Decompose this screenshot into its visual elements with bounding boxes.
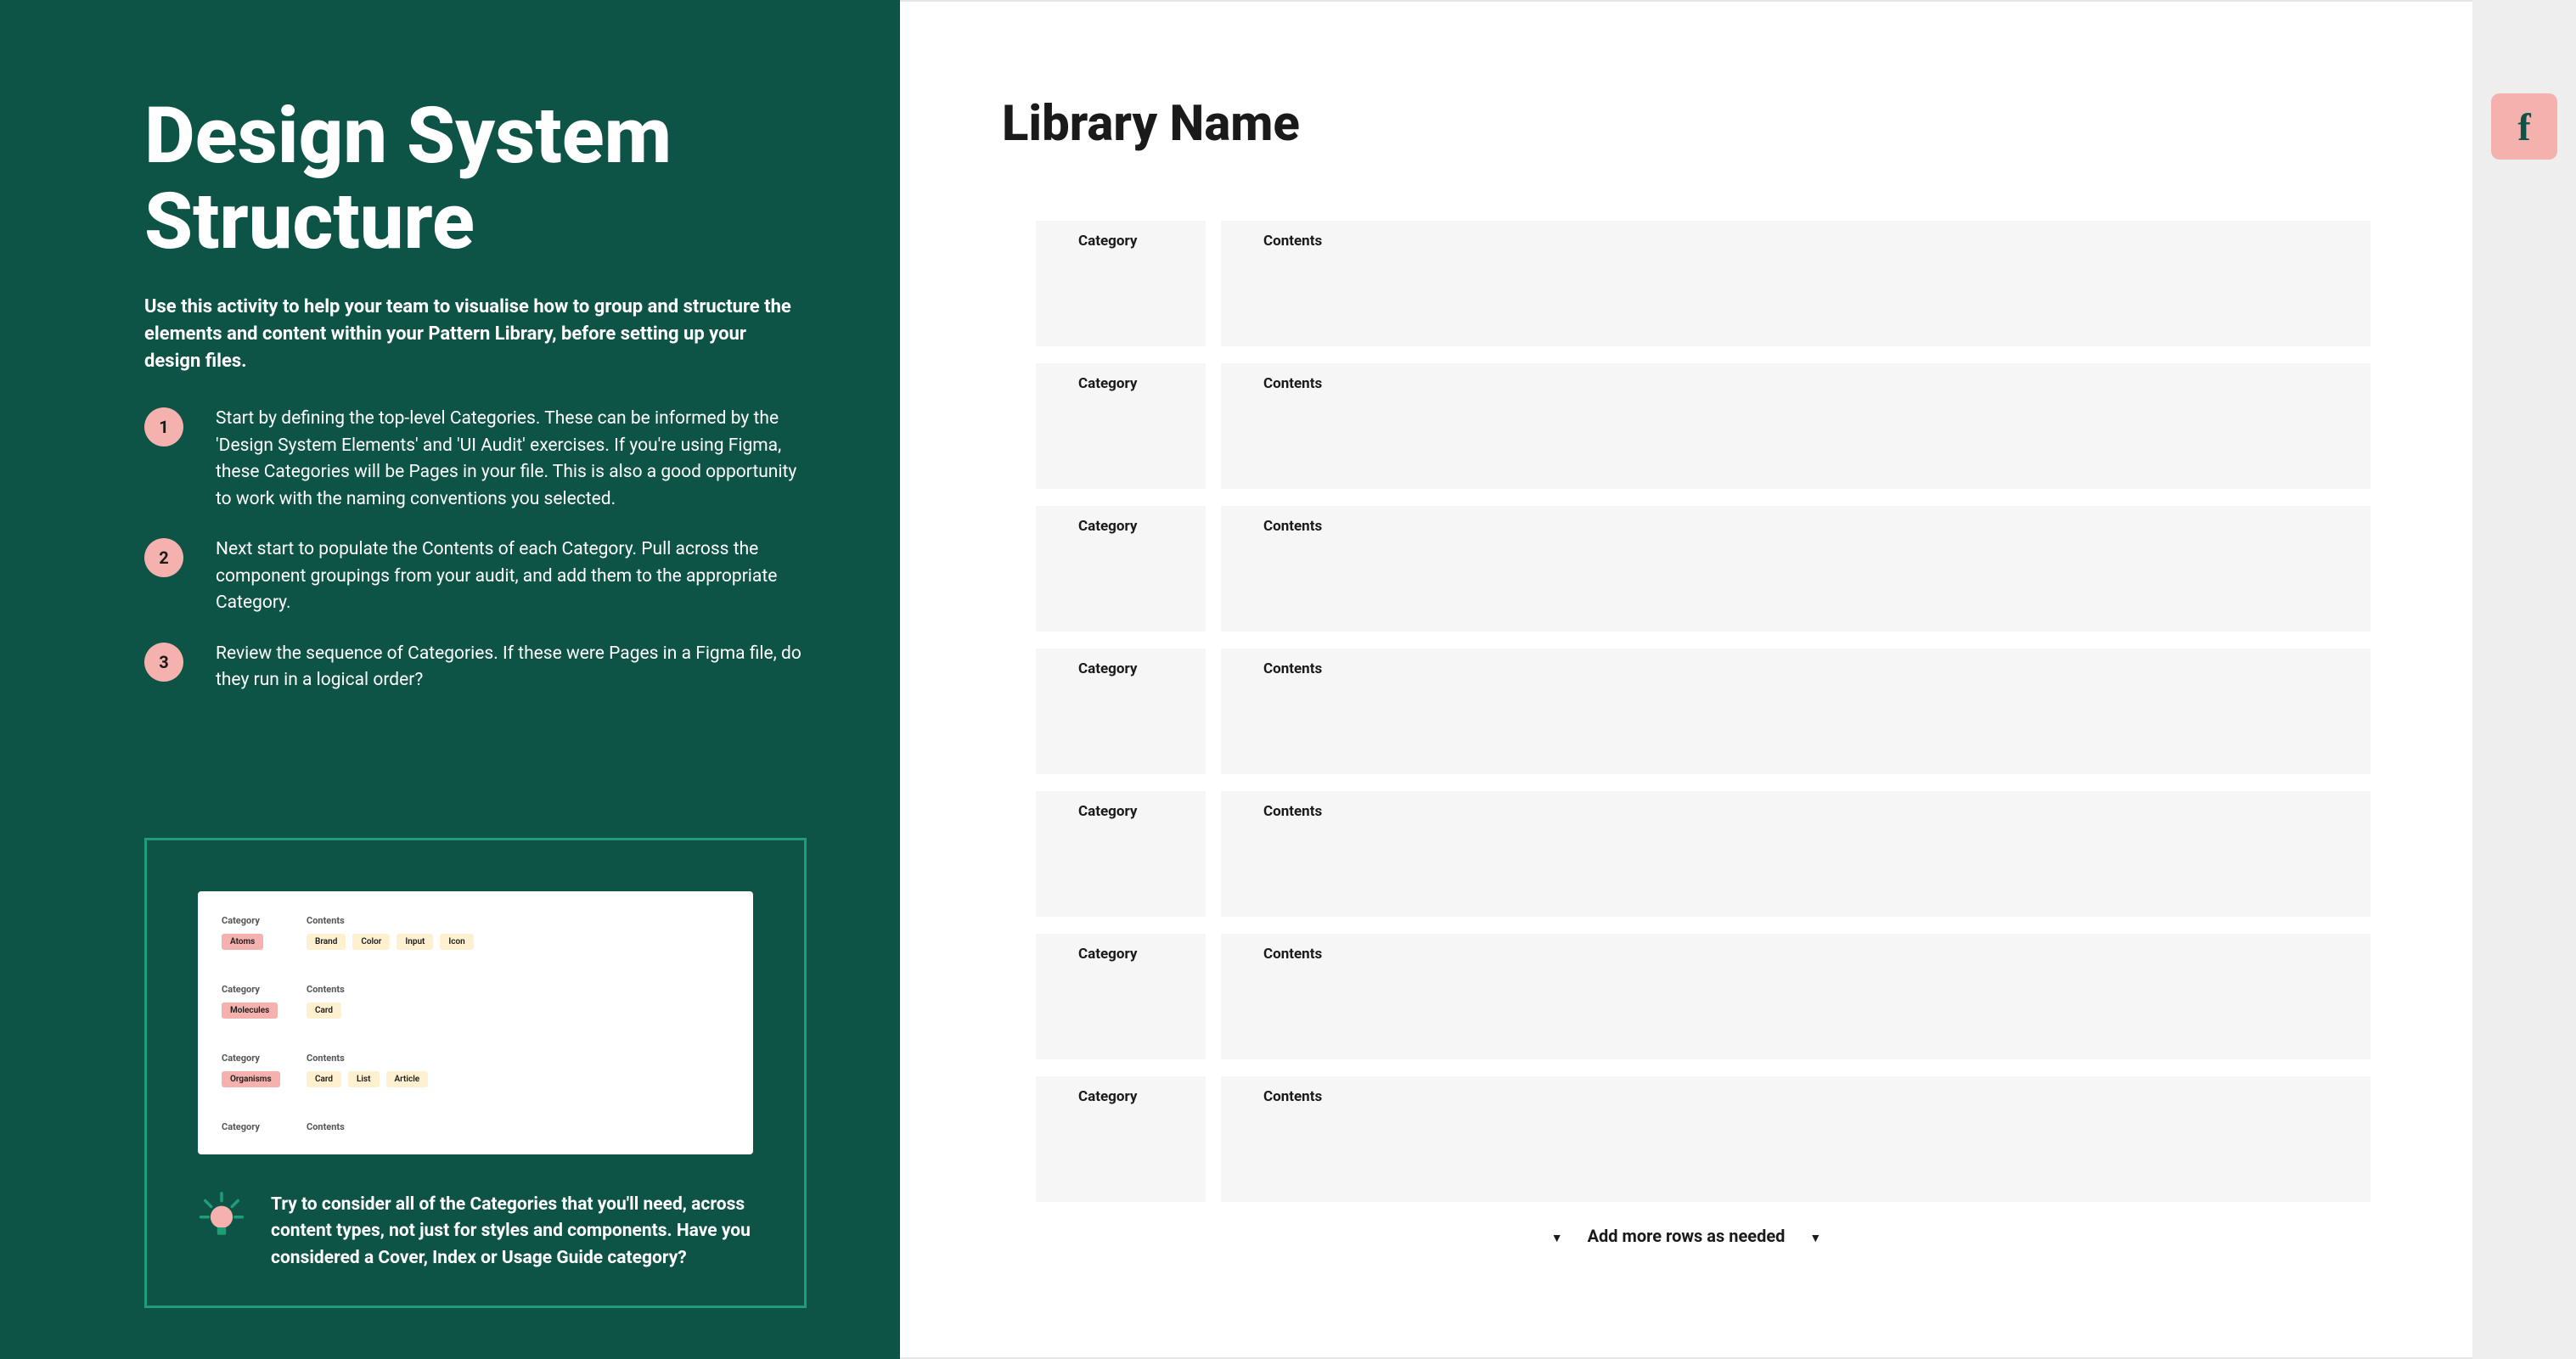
example-chip: Card [307,1071,341,1087]
example-col-contents: Contents [307,984,729,1000]
tip: Try to consider all of the Categories th… [198,1192,753,1272]
contents-cell[interactable]: Contents [1221,363,2371,489]
example-col-contents: Contents [307,915,729,931]
step-text: Start by defining the top-level Categori… [216,406,807,513]
contents-cell[interactable]: Contents [1221,506,2371,632]
category-row: Category Contents [1036,1076,2371,1202]
category-label: Category [1078,1088,1163,1105]
category-cell[interactable]: Category [1036,934,1206,1059]
add-more-label: Add more rows as needed [1588,1226,1786,1246]
contents-label: Contents [1263,946,2328,963]
steps-list: 1 Start by defining the top-level Catego… [144,406,807,718]
example-col-category: Category [222,1053,298,1069]
category-label: Category [1078,375,1163,392]
category-row: Category Contents [1036,649,2371,774]
example-col-category: Category [222,1121,298,1137]
brand-badge[interactable]: f [2491,93,2557,160]
category-label: Category [1078,660,1163,677]
contents-label: Contents [1263,518,2328,535]
example-col-contents: Contents [307,1053,729,1069]
example-chip: List [348,1071,380,1087]
lightbulb-icon [198,1192,245,1243]
example-chip: Icon [440,934,473,950]
contents-label: Contents [1263,803,2328,820]
contents-cell[interactable]: Contents [1221,1076,2371,1202]
category-label: Category [1078,233,1163,250]
step-item: 1 Start by defining the top-level Catego… [144,406,807,513]
step-text: Review the sequence of Categories. If th… [216,641,807,694]
step-item: 3 Review the sequence of Categories. If … [144,641,807,694]
category-cell[interactable]: Category [1036,506,1206,632]
example-card: Category Atoms Contents Brand Color Inpu… [198,891,753,1154]
category-row: Category Contents [1036,221,2371,346]
step-number-badge: 1 [144,407,183,446]
category-cell[interactable]: Category [1036,791,1206,917]
example-box: Category Atoms Contents Brand Color Inpu… [144,838,807,1309]
category-cell[interactable]: Category [1036,363,1206,489]
contents-cell[interactable]: Contents [1221,791,2371,917]
triangle-down-icon: ▼ [1531,1232,1583,1245]
example-col-category: Category [222,915,298,931]
right-rail: f [2472,0,2576,1359]
contents-cell[interactable]: Contents [1221,221,2371,346]
add-more-rows[interactable]: ▼ Add more rows as needed ▼ [1002,1226,2371,1246]
contents-cell[interactable]: Contents [1221,934,2371,1059]
contents-label: Contents [1263,233,2328,250]
category-cell[interactable]: Category [1036,1076,1206,1202]
tip-text: Try to consider all of the Categories th… [271,1192,753,1272]
step-number-badge: 2 [144,538,183,577]
intro-text: Use this activity to help your team to v… [144,294,807,375]
example-cat-chip: Molecules [222,1002,278,1019]
category-label: Category [1078,946,1163,963]
page-title: Design System Structure [144,93,807,265]
category-cell[interactable]: Category [1036,221,1206,346]
step-item: 2 Next start to populate the Contents of… [144,536,807,617]
category-rows: Category Contents Category Contents Cate… [1036,221,2371,1202]
example-cat-chip: Organisms [222,1071,280,1087]
example-chip: Color [352,934,390,950]
example-cat-chip: Atoms [222,934,263,950]
step-text: Next start to populate the Contents of e… [216,536,807,617]
category-label: Category [1078,518,1163,535]
example-col-category: Category [222,984,298,1000]
step-number-badge: 3 [144,643,183,682]
category-row: Category Contents [1036,791,2371,917]
example-chip: Card [307,1002,341,1019]
library-name-title[interactable]: Library Name [1002,95,2371,153]
triangle-down-icon: ▼ [1789,1232,1842,1245]
contents-cell[interactable]: Contents [1221,649,2371,774]
category-label: Category [1078,803,1163,820]
instructions-sidebar: Design System Structure Use this activit… [0,0,900,1359]
brand-letter: f [2517,104,2530,149]
contents-label: Contents [1263,375,2328,392]
example-chip: Input [397,934,433,950]
category-row: Category Contents [1036,506,2371,632]
worksheet-canvas: Library Name Category Contents Category … [900,0,2472,1359]
example-chip: Article [386,1071,429,1087]
category-row: Category Contents [1036,934,2371,1059]
example-chip: Brand [307,934,346,950]
contents-label: Contents [1263,660,2328,677]
category-cell[interactable]: Category [1036,649,1206,774]
category-row: Category Contents [1036,363,2371,489]
contents-label: Contents [1263,1088,2328,1105]
example-col-contents: Contents [307,1121,729,1137]
